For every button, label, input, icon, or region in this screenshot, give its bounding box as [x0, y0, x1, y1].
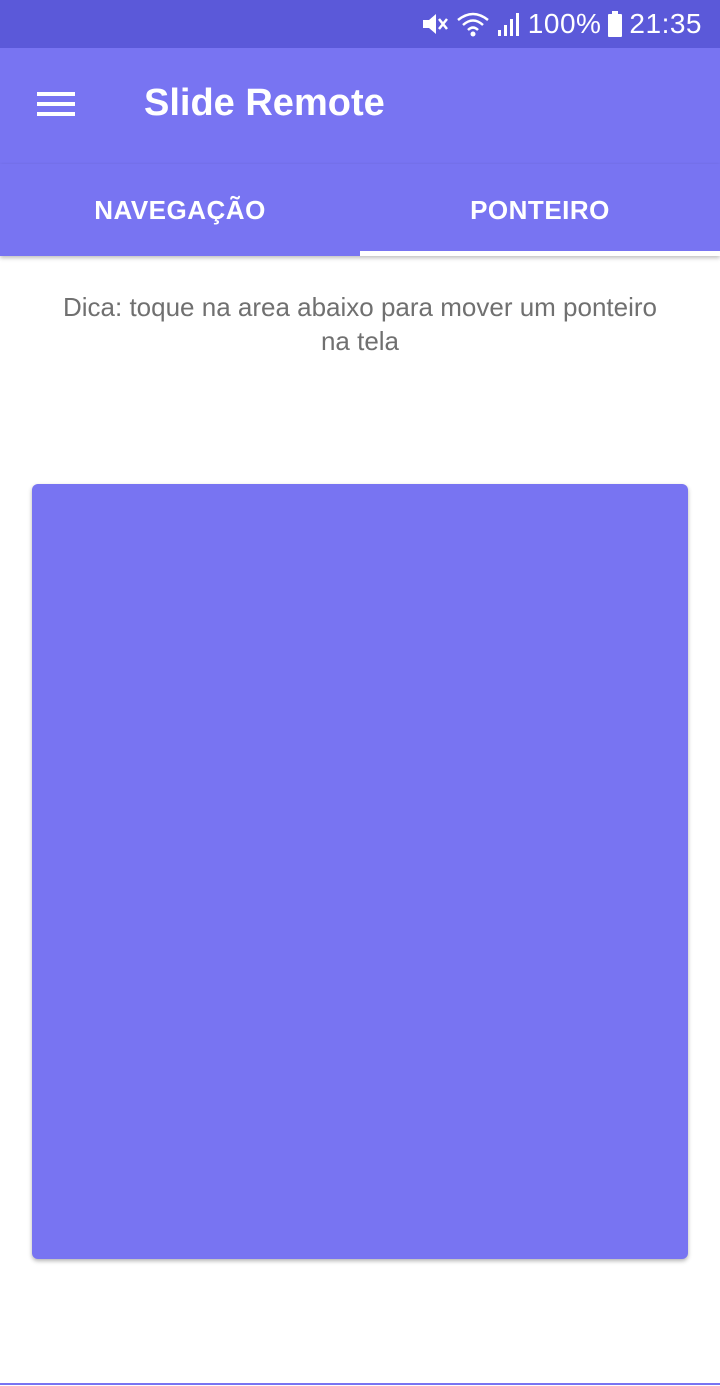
tab-label: NAVEGAÇÃO — [94, 194, 266, 225]
bottom-divider — [0, 1383, 720, 1385]
wifi-icon — [456, 10, 490, 38]
status-bar: 100% 21:35 — [0, 0, 720, 48]
pointer-touch-area[interactable] — [32, 484, 688, 1259]
tab-navegacao[interactable]: NAVEGAÇÃO — [0, 164, 360, 256]
tab-label: PONTEIRO — [470, 194, 610, 225]
hamburger-menu-icon — [37, 90, 75, 123]
app-bar: Slide Remote — [0, 48, 720, 164]
signal-icon — [496, 10, 522, 38]
menu-button[interactable] — [26, 78, 86, 134]
app-title: Slide Remote — [144, 82, 385, 124]
battery-icon — [607, 10, 623, 38]
mute-icon — [420, 10, 450, 38]
tab-ponteiro[interactable]: PONTEIRO — [360, 164, 720, 256]
battery-percent: 100% — [527, 8, 602, 39]
hint-text: Dica: toque na area abaixo para mover um… — [62, 292, 657, 356]
tab-bar: NAVEGAÇÃO PONTEIRO — [0, 164, 720, 256]
status-time: 21:35 — [629, 8, 702, 39]
